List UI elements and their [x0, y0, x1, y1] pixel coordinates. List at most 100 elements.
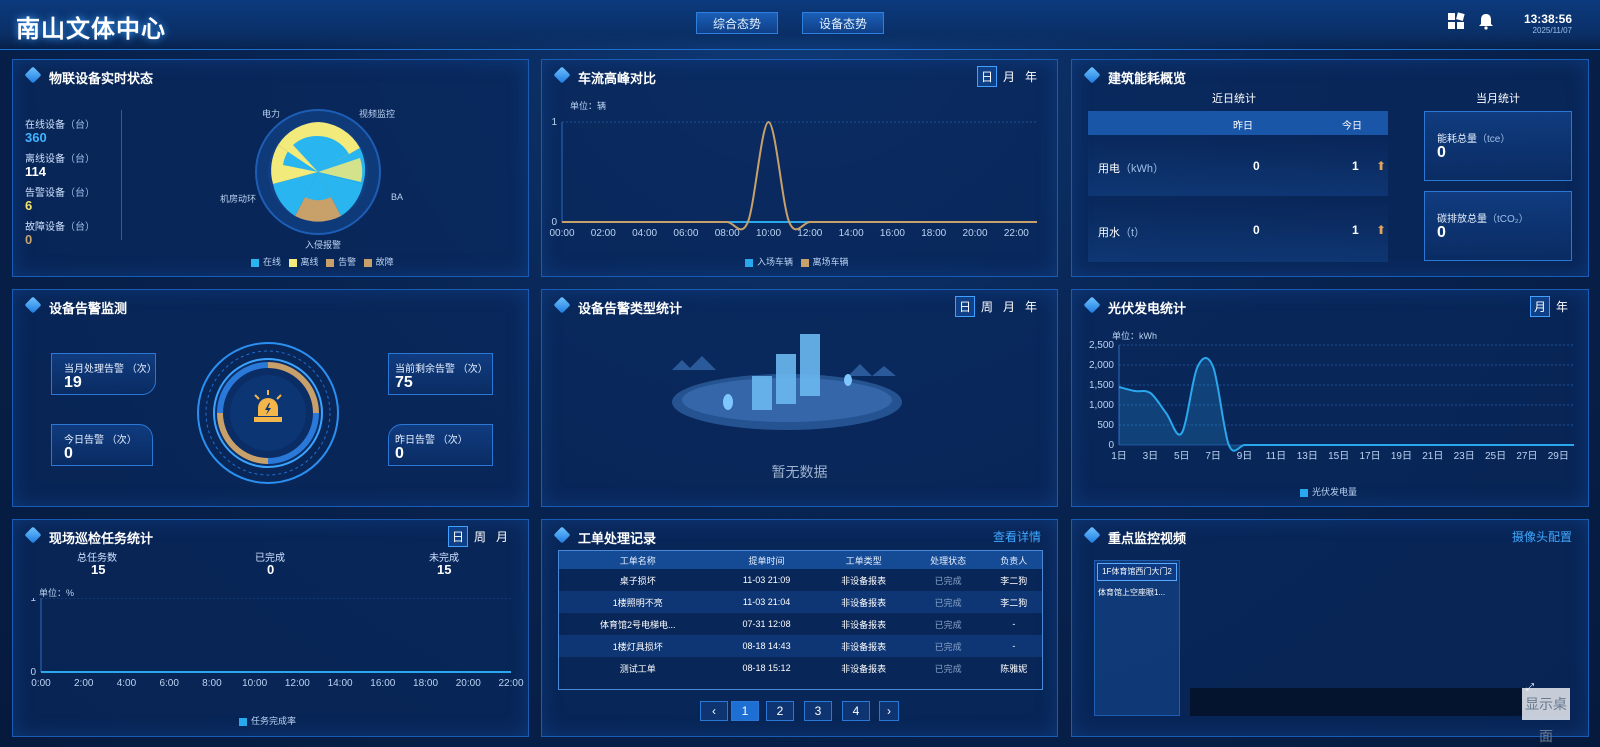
- prev-page-button[interactable]: ‹: [700, 701, 728, 721]
- stat-value: 0: [267, 562, 275, 577]
- column-header: 提单时间: [716, 551, 817, 569]
- table-cell: 非设备报表: [841, 663, 887, 674]
- legend-swatch: [288, 258, 297, 267]
- view-details-link[interactable]: 查看详情: [993, 528, 1041, 545]
- x-tick-label: 25日: [1485, 451, 1506, 462]
- card-label: 昨日告警 （次）: [395, 435, 468, 446]
- alarm-month-card: 当月处理告警 （次） 19: [51, 353, 157, 395]
- apps-icon[interactable]: [1446, 12, 1466, 32]
- x-tick-label: 20:00: [963, 228, 988, 239]
- period-month[interactable]: 月: [999, 66, 1019, 87]
- table-row[interactable]: 测试工单 08-18 15:12 非设备报表 已完成 陈雅妮: [559, 657, 1042, 679]
- bell-icon[interactable]: [1476, 12, 1496, 32]
- pv-legend: 光伏发电量: [1300, 485, 1357, 498]
- header: 南山文体中心 综合态势 设备态势 13:38:56 2025/11/07: [0, 0, 1600, 50]
- radar-chart: [255, 109, 381, 235]
- period-month[interactable]: 月: [999, 296, 1019, 317]
- layers-icon: [24, 526, 42, 544]
- period-day[interactable]: 日: [954, 296, 975, 317]
- layers-icon: [553, 296, 571, 314]
- x-tick-label: 19日: [1391, 451, 1412, 462]
- alarm-type-panel: 设备告警类型统计 日 周 月 年 暂无数据: [541, 289, 1058, 507]
- col-yesterday: 昨日: [1233, 121, 1253, 132]
- iot-online-value: 360: [25, 130, 47, 145]
- table-cell: 08-18 14:43: [716, 635, 817, 657]
- energy-table-header: 昨日 今日: [1088, 111, 1388, 135]
- panel-title: 重点监控视频: [1108, 531, 1187, 546]
- legend-swatch: [251, 258, 259, 267]
- period-week[interactable]: 周: [470, 526, 490, 547]
- iot-offline-value: 114: [25, 164, 46, 179]
- patrol-chart: 010:00 2:00 4:00 6:00 8:00 10:00 12:00 14:00 16:…: [30, 598, 524, 689]
- camera-item[interactable]: 体育馆上空座眼1...: [1098, 587, 1165, 598]
- table-row[interactable]: 桌子损坏 11-03 21:09 非设备报表 已完成 李二狗: [559, 569, 1042, 591]
- table-cell: 非设备报表: [816, 591, 911, 613]
- table-cell: 08-18 15:12: [742, 663, 791, 673]
- layers-icon: [1083, 526, 1101, 544]
- page-3-button[interactable]: 3: [804, 701, 832, 721]
- tab-overview[interactable]: 综合态势: [696, 12, 778, 34]
- period-week[interactable]: 周: [977, 296, 997, 317]
- divider: [121, 110, 122, 240]
- table-cell: 非设备报表: [816, 635, 911, 657]
- fullscreen-icon[interactable]: ⤢: [1526, 682, 1534, 693]
- period-month[interactable]: 月: [1529, 296, 1550, 317]
- panel-title: 物联设备实时状态: [49, 71, 154, 86]
- pv-panel: 光伏发电统计 月 年 单位：kWh 0 500 1,000 1,500 2,000 2,5…: [1071, 289, 1589, 507]
- x-tick-label: 18:00: [413, 678, 438, 689]
- camera-item[interactable]: 1F体育馆西门大门2: [1097, 563, 1177, 581]
- camera-config-link[interactable]: 摄像头配置: [1512, 528, 1572, 545]
- period-day[interactable]: 日: [447, 526, 468, 547]
- card-label: 当月处理告警 （次）: [64, 364, 157, 375]
- camera-list: 1F体育馆西门大门2 体育馆上空座眼1...: [1094, 560, 1180, 716]
- radar-label-intrusion: 入侵报警: [305, 240, 342, 250]
- page-1-button[interactable]: 1: [731, 701, 759, 721]
- x-tick-label: 16:00: [880, 228, 905, 239]
- table-row[interactable]: 1楼灯具损坏 08-18 14:43 非设备报表 已完成 -: [559, 635, 1042, 657]
- x-tick-label: 4:00: [117, 678, 137, 689]
- panel-title: 建筑能耗概览: [1108, 71, 1187, 86]
- iot-panel: 物联设备实时状态 在线设备（台） 360 离线设备（台） 114 告警设备（台）…: [12, 59, 529, 277]
- traffic-period-switch: 日 月 年: [976, 66, 1041, 87]
- period-year[interactable]: 年: [1552, 296, 1572, 317]
- table-cell: 已完成: [934, 575, 962, 586]
- card-label: 碳排放总量（tCO₂）: [1437, 214, 1529, 225]
- iot-alarm-value: 6: [25, 198, 33, 213]
- page-4-button[interactable]: 4: [842, 701, 870, 721]
- column-header: 处理状态: [910, 551, 986, 569]
- panel-title: 光伏发电统计: [1108, 301, 1187, 316]
- video-player[interactable]: [1190, 688, 1570, 716]
- patrol-legend: 任务完成率: [239, 714, 296, 727]
- tab-device[interactable]: 设备态势: [802, 12, 884, 34]
- y-tick-label: 2,500: [1089, 340, 1114, 351]
- table-cell: 1楼照明不亮: [559, 591, 717, 613]
- next-page-button[interactable]: ›: [879, 701, 899, 721]
- x-tick-label: 13日: [1297, 451, 1318, 462]
- table-row[interactable]: 1楼照明不亮 11-03 21:04 非设备报表 已完成 李二狗: [559, 591, 1042, 613]
- stat-value: 15: [91, 562, 106, 577]
- period-month[interactable]: 月: [492, 526, 512, 547]
- x-tick-label: 10:00: [756, 228, 781, 239]
- energy-today: 1: [1352, 223, 1359, 237]
- carbon-total-card: 碳排放总量（tCO₂） 0: [1424, 191, 1572, 261]
- period-year[interactable]: 年: [1021, 66, 1041, 87]
- legend-swatch: [745, 258, 753, 267]
- panel-title: 车流高峰对比: [578, 71, 657, 86]
- table-cell: -: [1012, 619, 1016, 629]
- table-row[interactable]: 体育馆2号电梯电... 07-31 12:08 非设备报表 已完成 -: [559, 613, 1042, 635]
- layers-icon: [1083, 296, 1101, 314]
- card-value: 0: [1437, 224, 1446, 241]
- radar-label-ba: BA: [391, 192, 404, 202]
- x-tick-label: 1日: [1111, 451, 1127, 462]
- x-tick-label: 3日: [1143, 451, 1159, 462]
- table-cell: 11-03 21:04: [716, 591, 817, 613]
- clock-time: 13:38:56: [1523, 12, 1572, 26]
- table-cell: 已完成: [934, 619, 962, 630]
- x-tick-label: 04:00: [632, 228, 657, 239]
- period-day[interactable]: 日: [976, 66, 997, 87]
- card-label: 当前剩余告警 （次）: [395, 364, 488, 375]
- x-tick-label: 8:00: [202, 678, 222, 689]
- page-2-button[interactable]: 2: [766, 701, 794, 721]
- period-year[interactable]: 年: [1021, 296, 1041, 317]
- card-value: 0: [395, 445, 404, 462]
